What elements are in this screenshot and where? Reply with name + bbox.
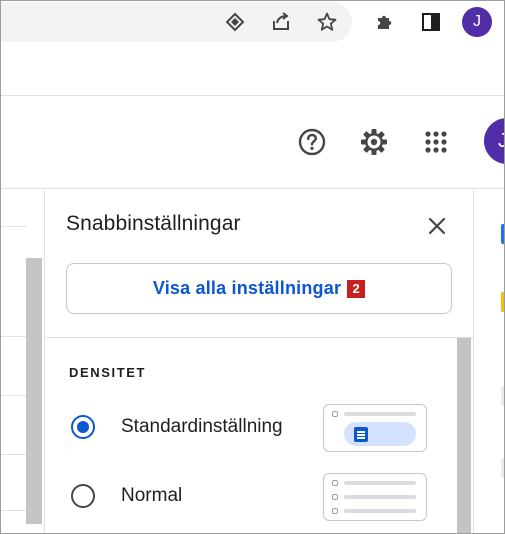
panel-divider <box>45 337 473 338</box>
close-icon[interactable] <box>425 214 449 238</box>
settings-gear-icon[interactable] <box>356 124 392 160</box>
browser-profile-initial: J <box>473 13 481 30</box>
browser-toolbar: J <box>0 0 505 48</box>
help-icon[interactable] <box>294 124 330 160</box>
toolbar-divider <box>0 95 505 96</box>
density-default-preview <box>323 404 427 452</box>
preview-line <box>344 509 416 513</box>
density-option-label: Normal <box>121 485 183 506</box>
calendar-app-icon[interactable] <box>501 224 505 244</box>
density-heading: DENSITET <box>69 365 147 380</box>
density-option-label: Standardinställning <box>121 416 283 437</box>
see-all-settings-button[interactable]: Visa alla inställningar 2 <box>66 263 452 314</box>
puzzle-extensions-icon[interactable] <box>372 9 398 35</box>
header-divider <box>0 188 505 189</box>
preview-checkbox <box>332 480 338 486</box>
see-all-settings-label: Visa alla inställningar <box>152 278 342 298</box>
preview-checkbox <box>332 494 338 500</box>
account-initial: J <box>498 129 505 152</box>
document-icon <box>354 427 368 442</box>
browser-profile-avatar[interactable]: J <box>462 7 492 37</box>
preview-attachment-chip <box>344 422 416 446</box>
keep-app-icon[interactable] <box>501 292 505 312</box>
contacts-app-icon[interactable] <box>501 458 505 478</box>
preview-line <box>344 481 416 485</box>
panel-title: Snabbinställningar <box>66 212 241 235</box>
density-normal-preview <box>323 473 427 521</box>
list-row-divider <box>0 395 26 396</box>
side-panel-icon[interactable] <box>418 9 444 35</box>
side-apps-strip <box>475 190 505 534</box>
account-avatar[interactable]: J <box>484 118 505 164</box>
mail-list-scrollbar[interactable] <box>26 258 42 524</box>
list-row-divider <box>0 336 26 337</box>
list-row-divider <box>0 454 26 455</box>
quick-settings-panel: Snabbinställningar Visa alla inställning… <box>44 190 474 534</box>
preview-line <box>344 412 416 416</box>
preview-checkbox <box>332 411 338 417</box>
share-icon[interactable] <box>268 9 294 35</box>
diamond-extension-icon[interactable] <box>222 9 248 35</box>
apps-grid-icon[interactable] <box>418 124 454 160</box>
panel-scrollbar[interactable] <box>457 338 471 534</box>
radio-normal[interactable] <box>71 484 95 508</box>
preview-line <box>344 495 416 499</box>
tasks-app-icon[interactable] <box>501 386 505 406</box>
list-row-divider <box>0 510 26 511</box>
annotation-badge: 2 <box>347 279 366 298</box>
address-bar[interactable] <box>0 2 352 42</box>
bookmark-star-icon[interactable] <box>314 9 340 35</box>
preview-checkbox <box>332 508 338 514</box>
radio-default[interactable] <box>71 415 95 439</box>
list-row-divider <box>0 226 26 227</box>
